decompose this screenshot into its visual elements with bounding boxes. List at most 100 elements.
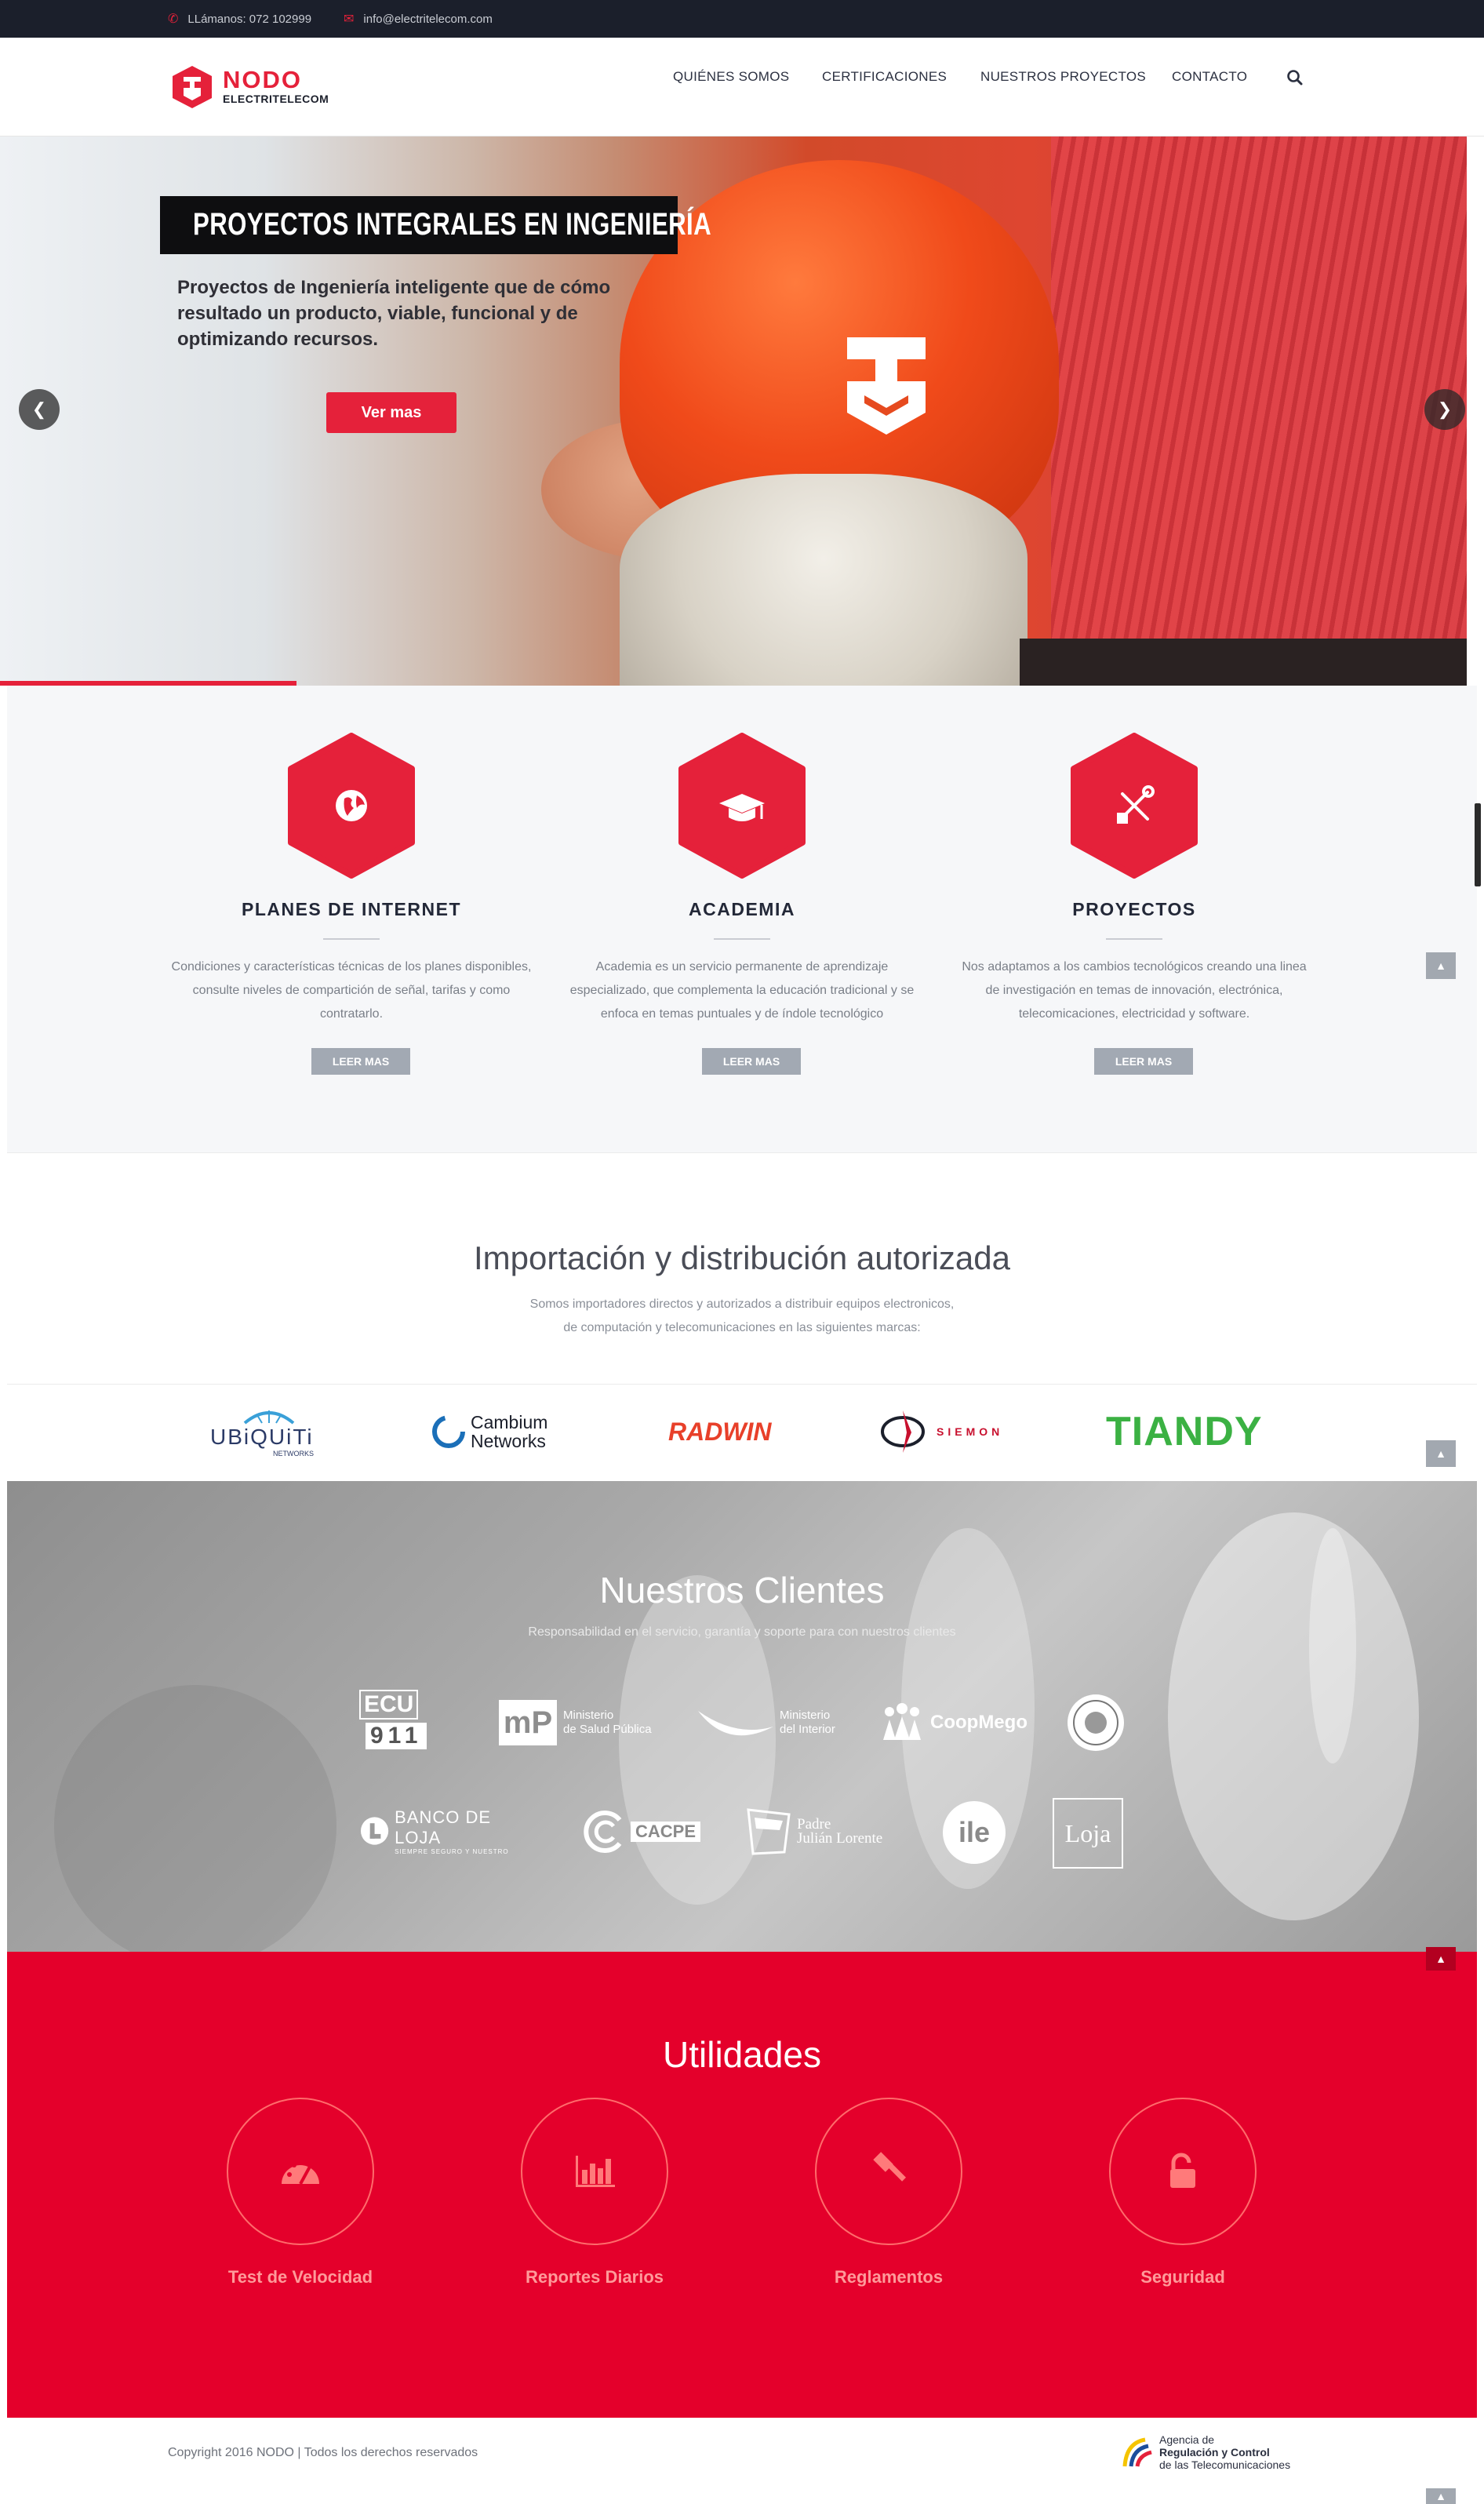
siemon-logo-icon (881, 1410, 925, 1453)
brand-tiandy[interactable]: TIANDY (1106, 1404, 1302, 1459)
client-ecu911: ECU 911 (359, 1690, 464, 1752)
phone-icon: ✆ (168, 13, 179, 26)
speedometer-icon (282, 2160, 319, 2185)
ubiquiti-logo-icon (243, 1410, 295, 1425)
divider (323, 938, 380, 940)
divider (714, 938, 770, 940)
slider-next-button[interactable]: ❯ (1424, 389, 1465, 430)
client-name: ile (958, 1816, 991, 1848)
nav-quienes-somos[interactable]: QUIÉNES SOMOS (673, 69, 789, 85)
nodo-logo-icon (173, 66, 212, 108)
scroll-top-button[interactable]: ▲ (1426, 2488, 1456, 2504)
msp-logo-icon: mP (499, 1700, 557, 1745)
scroll-top-button[interactable]: ▲ (1426, 952, 1456, 979)
client-msp: mP Ministerio de Salud Pública (499, 1698, 664, 1748)
client-sub: SIEMPRE SEGURO Y NUESTRO (395, 1847, 509, 1855)
utility-label[interactable]: Test de Velocidad (198, 2267, 402, 2287)
service-title: ACADEMIA (689, 899, 795, 919)
utility-test-velocidad[interactable] (227, 2098, 374, 2245)
brand-name: SIEMON (937, 1425, 1004, 1438)
client-name: CoopMego (930, 1712, 1028, 1733)
site-logo[interactable]: NODO ELECTRITELECOM (171, 64, 329, 111)
arcotel-logo-icon (1122, 2437, 1152, 2467)
utility-label[interactable]: Seguridad (1081, 2267, 1285, 2287)
agency-line-1: Agencia de (1159, 2433, 1215, 2446)
hero-belt (1020, 639, 1467, 686)
service-title: PROYECTOS (1072, 899, 1196, 919)
bank-logo-icon (360, 1817, 389, 1845)
chevron-right-icon: ❯ (1437, 399, 1453, 419)
service-text: Condiciones y características técnicas d… (171, 960, 532, 1021)
utility-label[interactable]: Reglamentos (787, 2267, 991, 2287)
brands-title: Importación y distribución autorizada (473, 1239, 1011, 1276)
client-seal (1065, 1691, 1128, 1754)
utility-seguridad[interactable] (1109, 2098, 1257, 2245)
people-logo-icon (883, 1703, 921, 1740)
search-icon[interactable] (1283, 66, 1307, 89)
top-bar: ✆ LLámanos: 072 102999 ✉ info@electritel… (0, 0, 1484, 38)
chevron-up-icon: ▲ (1435, 2490, 1446, 2502)
chevron-up-icon: ▲ (1435, 959, 1446, 972)
bar-chart-icon (576, 2156, 615, 2187)
slider-prev-button[interactable]: ❮ (19, 389, 60, 430)
swoosh-logo-icon (698, 1711, 773, 1736)
hero-title: PROYECTOS INTEGRALES EN INGENIERÍA (193, 207, 712, 242)
clients-subtitle: Responsabilidad en el servicio, garantía… (528, 1625, 956, 1639)
client-sub: 911 (366, 1723, 427, 1749)
agency-line-3: de las Telecomunicaciones (1159, 2459, 1291, 2471)
service-text: Nos adaptamos a los cambios tecnológicos… (962, 960, 1307, 1021)
utility-reglamentos[interactable] (815, 2098, 962, 2245)
utility-label[interactable]: Reportes Diarios (493, 2267, 697, 2287)
leer-mas-button[interactable]: LEER MAS (311, 1048, 410, 1075)
hero-shirt-stripes (1051, 136, 1467, 686)
brand-ubiquiti[interactable]: UBiQUiTi NETWORKS (210, 1404, 328, 1459)
hexagon-badge (1071, 733, 1198, 879)
hexagon-badge (678, 733, 806, 879)
hero-ver-mas-button[interactable]: Ver mas (326, 392, 456, 433)
phone-info[interactable]: ✆ LLámanos: 072 102999 (168, 0, 311, 38)
leer-mas-button[interactable]: LEER MAS (1094, 1048, 1193, 1075)
client-sub: de Salud Pública (563, 1723, 652, 1736)
brands-subtitle-line2: de computación y telecomunicaciones en l… (563, 1321, 921, 1334)
brand-cambium[interactable]: Cambium Networks (431, 1404, 565, 1459)
client-cacpe: CACPE (580, 1806, 706, 1858)
email-info[interactable]: ✉ info@electritelecom.com (344, 0, 493, 38)
chevron-up-icon: ▲ (1435, 1447, 1446, 1460)
phone-text: LLámanos: 072 102999 (187, 12, 312, 26)
client-coopmego: CoopMego (878, 1698, 1035, 1748)
arcotel-logo[interactable]: Agencia de Regulación y Control de las T… (1122, 2430, 1326, 2474)
client-padre-julian-lorente: Padre Julián Lorente (745, 1804, 902, 1859)
chevron-left-icon: ❮ (31, 399, 47, 419)
hero-description: Proyectos de Ingeniería inteligente que … (177, 277, 611, 350)
client-name: CACPE (631, 1822, 701, 1842)
services-section: PLANES DE INTERNET Condiciones y caracte… (7, 686, 1477, 1153)
client-sub: Julián Lorente (797, 1830, 883, 1847)
page-scrollbar-thumb[interactable] (1475, 803, 1481, 886)
divider (7, 1384, 1477, 1385)
brand-siemon[interactable]: SIEMON (880, 1404, 1037, 1459)
brand-name: TIANDY (1106, 1409, 1263, 1454)
service-text: Academia es un servicio permanente de ap… (569, 960, 915, 1021)
globe-icon (336, 790, 367, 821)
brand-name: RADWIN (668, 1417, 772, 1446)
email-text: info@electritelecom.com (363, 12, 493, 26)
brand-radwin[interactable]: RADWIN (668, 1404, 778, 1459)
leer-mas-button[interactable]: LEER MAS (702, 1048, 801, 1075)
nav-contacto[interactable]: CONTACTO (1172, 69, 1247, 85)
brand-name: UBiQUiTi (210, 1425, 314, 1449)
copyright-text: Copyright 2016 NODO | Todos los derechos… (168, 2446, 478, 2459)
scroll-top-button[interactable]: ▲ (1426, 1440, 1456, 1467)
scroll-top-button[interactable]: ▲ (1426, 1947, 1456, 1971)
clients-title: Nuestros Clientes (599, 1570, 885, 1610)
unlock-icon (1170, 2153, 1195, 2188)
service-title: PLANES DE INTERNET (241, 899, 462, 919)
header: NODO ELECTRITELECOM QUIÉNES SOMOS CERTIF… (0, 38, 1484, 136)
client-name: BANCO DE LOJA (395, 1807, 492, 1847)
utility-reportes-diarios[interactable] (521, 2098, 668, 2245)
hexagon-badge (288, 733, 415, 879)
divider (1106, 938, 1162, 940)
nav-nuestros-proyectos[interactable]: NUESTROS PROYECTOS (980, 69, 1146, 85)
nav-certificaciones[interactable]: CERTIFICACIONES (822, 69, 947, 85)
client-ile: ile (943, 1801, 1006, 1864)
background-hand-shape (54, 1685, 336, 1952)
